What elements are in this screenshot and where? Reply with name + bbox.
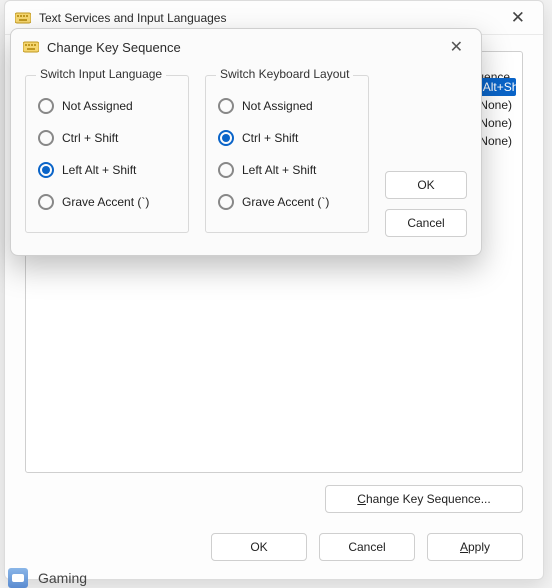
group-title: Switch Keyboard Layout	[216, 67, 353, 81]
modal-titlebar: Change Key Sequence ✕	[11, 29, 481, 65]
ok-button[interactable]: OK	[211, 533, 307, 561]
radio-option[interactable]: Not Assigned	[38, 90, 176, 122]
radio-option[interactable]: Ctrl + Shift	[38, 122, 176, 154]
radio-icon	[38, 98, 54, 114]
radio-list: Not Assigned Ctrl + Shift Left Alt + Shift…	[38, 90, 176, 218]
change-key-sequence-dialog: Change Key Sequence ✕ Switch Input Langu…	[10, 28, 482, 256]
radio-icon	[218, 130, 234, 146]
radio-icon	[38, 130, 54, 146]
modal-actions: OK Cancel	[385, 75, 467, 237]
apply-button[interactable]: Apply	[427, 533, 523, 561]
radio-label: Not Assigned	[242, 99, 313, 113]
modal-ok-button[interactable]: OK	[385, 171, 467, 199]
parent-close-button[interactable]: ✕	[503, 5, 533, 30]
radio-icon	[218, 194, 234, 210]
modal-body: Switch Input Language Not Assigned Ctrl +…	[11, 65, 481, 255]
parent-footer: OK Cancel Apply	[25, 533, 523, 561]
gaming-nav-item[interactable]: Gaming	[8, 568, 87, 588]
modal-title: Change Key Sequence	[47, 40, 181, 55]
radio-icon	[218, 98, 234, 114]
radio-option[interactable]: Not Assigned	[218, 90, 356, 122]
radio-option[interactable]: Ctrl + Shift	[218, 122, 356, 154]
parent-title: Text Services and Input Languages	[39, 11, 226, 25]
radio-icon	[218, 162, 234, 178]
keyboard-icon	[23, 39, 39, 55]
radio-option[interactable]: Grave Accent (`)	[38, 186, 176, 218]
radio-list: Not Assigned Ctrl + Shift Left Alt + Shift…	[218, 90, 356, 218]
modal-close-button[interactable]: ✕	[444, 33, 469, 61]
gaming-icon	[8, 568, 28, 588]
modal-cancel-button[interactable]: Cancel	[385, 209, 467, 237]
radio-icon	[38, 162, 54, 178]
cancel-button[interactable]: Cancel	[319, 533, 415, 561]
gaming-label: Gaming	[38, 570, 87, 586]
change-key-sequence-button[interactable]: Change Key Sequence...	[325, 485, 523, 513]
radio-option[interactable]: Left Alt + Shift	[218, 154, 356, 186]
change-btn-row: Change Key Sequence...	[25, 485, 523, 513]
radio-label: Left Alt + Shift	[242, 163, 316, 177]
radio-option[interactable]: Grave Accent (`)	[218, 186, 356, 218]
radio-option[interactable]: Left Alt + Shift	[38, 154, 176, 186]
radio-icon	[38, 194, 54, 210]
radio-label: Left Alt + Shift	[62, 163, 136, 177]
switch-input-language-group: Switch Input Language Not AssignedCtrl +…	[25, 75, 189, 233]
radio-label: Not Assigned	[62, 99, 133, 113]
radio-label: Grave Accent (`)	[242, 195, 329, 209]
radio-label: Grave Accent (`)	[62, 195, 149, 209]
keyboard-icon	[15, 10, 31, 26]
radio-label: Ctrl + Shift	[242, 131, 298, 145]
switch-keyboard-layout-group: Switch Keyboard Layout Not AssignedCtrl …	[205, 75, 369, 233]
group-title: Switch Input Language	[36, 67, 166, 81]
radio-label: Ctrl + Shift	[62, 131, 118, 145]
